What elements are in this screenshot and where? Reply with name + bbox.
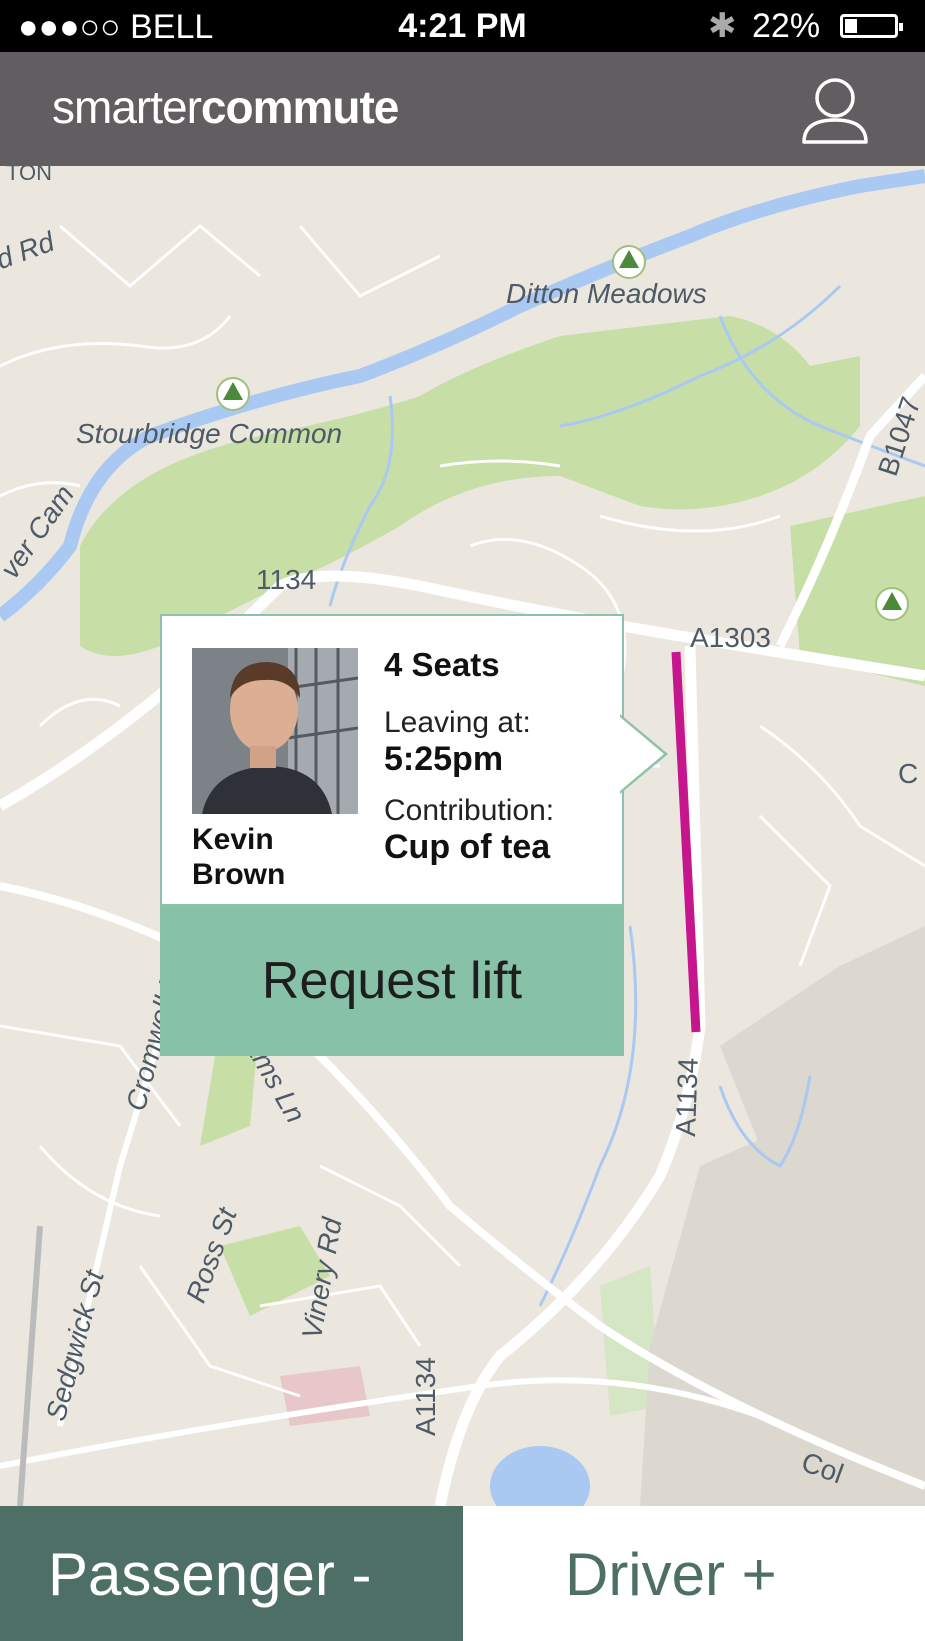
tab-driver[interactable]: Driver + (463, 1506, 925, 1641)
park-marker-icon (612, 245, 646, 279)
app-header: smartercommute (0, 52, 925, 166)
tab-passenger-label: Passenger - (48, 1541, 372, 1608)
map-view[interactable]: Ditton Meadows Stourbridge Common A1303 … (0, 166, 925, 1506)
contribution-label: Contribution: (384, 794, 555, 827)
app-logo: smartercommute (52, 80, 399, 134)
profile-icon[interactable] (798, 72, 872, 146)
contribution-value: Cup of tea (384, 828, 551, 866)
map-label-c: C (898, 758, 919, 789)
tab-passenger[interactable]: Passenger - (0, 1506, 463, 1641)
bluetooth-icon: ✱ (708, 7, 737, 45)
battery-icon (840, 14, 903, 38)
seats-available: 4 Seats (384, 646, 500, 683)
map-label-ditton-meadows: Ditton Meadows (506, 278, 707, 309)
driver-last-name: Brown (192, 858, 286, 891)
status-bar: ●●●○○ BELL 4:21 PM ✱ 22% (0, 0, 925, 52)
ride-popup: Kevin Brown 4 Seats Leaving at: 5:25pm C… (160, 614, 668, 1056)
map-label-a1134-vertical: A1134 (670, 1057, 704, 1138)
leaving-label: Leaving at: (384, 706, 531, 739)
map-label-a1134-top: 1134 (256, 564, 317, 595)
logo-bold: commute (200, 81, 399, 133)
map-label-stourbridge-common: Stourbridge Common (76, 418, 343, 449)
leaving-time: 5:25pm (384, 740, 504, 778)
map-label-a1303: A1303 (690, 622, 771, 653)
request-lift-button[interactable]: Request lift (160, 906, 624, 1056)
battery-percent: 22% (752, 7, 821, 45)
driver-avatar (192, 648, 358, 814)
map-label-ton: TON (6, 166, 53, 185)
driver-name: Kevin Brown (192, 822, 285, 892)
logo-light: smarter (52, 81, 202, 133)
ride-card: Kevin Brown 4 Seats Leaving at: 5:25pm C… (160, 614, 624, 906)
map-label-a1134-bottom: A1134 (410, 1357, 441, 1436)
tab-driver-label: Driver + (565, 1541, 777, 1608)
mode-tab-bar: Passenger - Driver + (0, 1506, 925, 1641)
driver-first-name: Kevin (192, 823, 274, 856)
